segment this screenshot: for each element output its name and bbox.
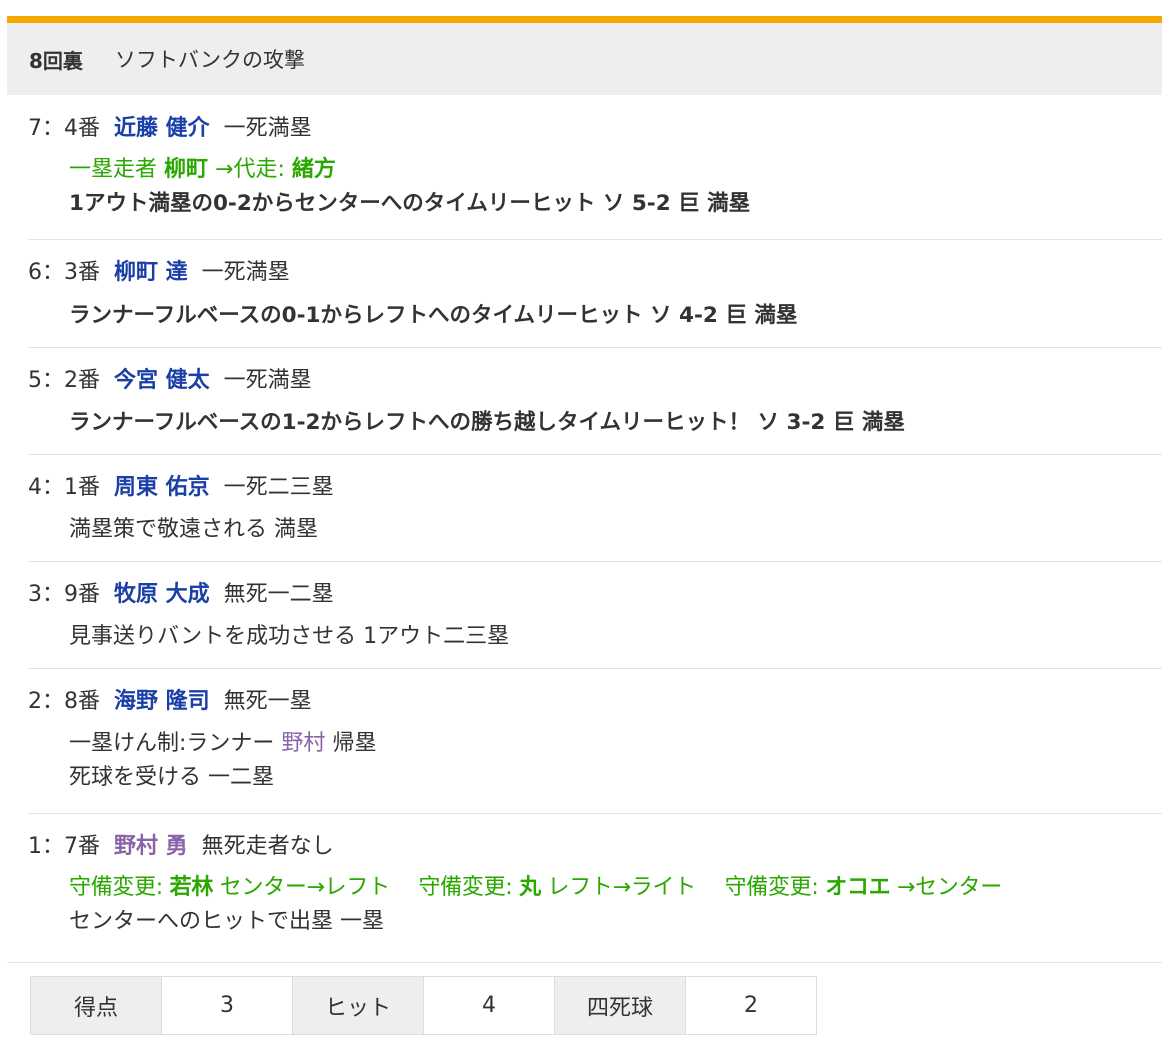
substitution-note: 一塁走者 柳町 →代走: 緒方 bbox=[69, 155, 1162, 185]
play-number: 2：8番 bbox=[28, 689, 100, 714]
play-item: 6：3番 柳町 達 一死満塁 ランナーフルベースの0-1からレフトへのタイムリー… bbox=[28, 240, 1162, 348]
base-situation: 無死一塁 bbox=[223, 689, 312, 714]
play-list: 7：4番 近藤 健介 一死満塁 一塁走者 柳町 →代走: 緒方 1アウト満塁の0… bbox=[28, 96, 1162, 962]
inning-header: 8回裏 ソフトバンクの攻撃 bbox=[7, 23, 1162, 95]
change-label: 守備変更: bbox=[418, 875, 513, 900]
change-move: センター→レフト bbox=[219, 875, 390, 900]
change-move: レフト→ライト bbox=[547, 875, 697, 900]
play-number: 6：3番 bbox=[28, 260, 100, 285]
change-label: 守備変更: bbox=[69, 875, 163, 900]
changed-player[interactable]: オコエ bbox=[825, 875, 890, 900]
runs-value: 3 bbox=[161, 976, 293, 1035]
inning-label: 8回裏 bbox=[29, 48, 83, 73]
batter-link[interactable]: 周東 佑京 bbox=[114, 473, 210, 503]
accent-bar bbox=[7, 16, 1162, 23]
play-result: 満塁策で敬遠される 満塁 bbox=[69, 517, 318, 542]
play-number: 5：2番 bbox=[28, 368, 100, 393]
runs-label: 得点 bbox=[30, 976, 162, 1035]
pickoff-result: 帰塁 bbox=[332, 731, 377, 756]
change-label: 守備変更: bbox=[724, 875, 819, 900]
substitution-arrow: →代走: bbox=[215, 157, 285, 182]
play-result: 見事送りバントを成功させる 1アウト二三塁 bbox=[69, 624, 510, 649]
play-result: 1アウト満塁の0-2からセンターへのタイムリーヒット ソ 5-2 巨 満塁 bbox=[69, 191, 751, 216]
base-situation: 一死二三塁 bbox=[223, 475, 334, 500]
walks-label: 四死球 bbox=[554, 976, 686, 1035]
attacking-team: ソフトバンクの攻撃 bbox=[114, 48, 305, 72]
pickoff-note: 一塁けん制:ランナー 野村 帰塁 bbox=[69, 729, 1162, 759]
base-situation: 無死走者なし bbox=[201, 834, 334, 859]
defensive-changes: 守備変更: 若林 センター→レフト 守備変更: 丸 レフト→ライト 守備変更: … bbox=[69, 873, 1162, 903]
batter-link[interactable]: 海野 隆司 bbox=[114, 687, 210, 717]
play-result: センターへのヒットで出塁 一塁 bbox=[69, 909, 384, 934]
play-item: 5：2番 今宮 健太 一死満塁 ランナーフルベースの1-2からレフトへの勝ち越し… bbox=[28, 348, 1162, 455]
play-number: 4：1番 bbox=[28, 475, 100, 500]
pinch-runner[interactable]: 緒方 bbox=[292, 157, 336, 182]
walks-value: 2 bbox=[685, 976, 817, 1035]
batter-link[interactable]: 近藤 健介 bbox=[114, 114, 210, 144]
substitution-label: 一塁走者 bbox=[69, 157, 158, 182]
inning-panel: 8回裏 ソフトバンクの攻撃 7：4番 近藤 健介 一死満塁 一塁走者 柳町 →代… bbox=[0, 0, 1162, 1048]
play-item: 4：1番 周東 佑京 一死二三塁 満塁策で敬遠される 満塁 bbox=[28, 455, 1162, 562]
play-number: 3：9番 bbox=[28, 582, 100, 607]
batter-link[interactable]: 牧原 大成 bbox=[114, 580, 210, 610]
play-item: 7：4番 近藤 健介 一死満塁 一塁走者 柳町 →代走: 緒方 1アウト満塁の0… bbox=[28, 96, 1162, 240]
batter-link[interactable]: 今宮 健太 bbox=[114, 366, 210, 396]
pickoff-label: 一塁けん制:ランナー bbox=[69, 731, 275, 756]
hits-label: ヒット bbox=[292, 976, 424, 1035]
play-number: 1：7番 bbox=[28, 834, 100, 859]
divider bbox=[7, 962, 1162, 963]
play-result: ランナーフルベースの0-1からレフトへのタイムリーヒット ソ 4-2 巨 満塁 bbox=[69, 303, 798, 328]
substituted-runner[interactable]: 柳町 bbox=[164, 157, 208, 182]
play-item: 1：7番 野村 勇 無死走者なし 守備変更: 若林 センター→レフト 守備変更:… bbox=[28, 814, 1162, 962]
base-situation: 一死満塁 bbox=[223, 368, 312, 393]
play-number: 7：4番 bbox=[28, 116, 100, 141]
runner-link[interactable]: 野村 bbox=[281, 731, 325, 756]
play-item: 3：9番 牧原 大成 無死一二塁 見事送りバントを成功させる 1アウト二三塁 bbox=[28, 562, 1162, 669]
base-situation: 一死満塁 bbox=[223, 116, 312, 141]
base-situation: 無死一二塁 bbox=[223, 582, 334, 607]
play-item: 2：8番 海野 隆司 無死一塁 一塁けん制:ランナー 野村 帰塁 死球を受ける … bbox=[28, 669, 1162, 814]
inning-stats-table: 得点 3 ヒット 4 四死球 2 bbox=[30, 976, 817, 1035]
base-situation: 一死満塁 bbox=[201, 260, 290, 285]
changed-player[interactable]: 丸 bbox=[519, 875, 541, 900]
play-result: 死球を受ける 一二塁 bbox=[69, 765, 274, 790]
changed-player[interactable]: 若林 bbox=[170, 875, 214, 900]
batter-link[interactable]: 柳町 達 bbox=[114, 258, 188, 288]
play-result: ランナーフルベースの1-2からレフトへの勝ち越しタイムリーヒット！ ソ 3-2 … bbox=[69, 410, 905, 435]
hits-value: 4 bbox=[423, 976, 555, 1035]
change-move: →センター bbox=[897, 875, 1002, 900]
batter-link[interactable]: 野村 勇 bbox=[114, 832, 188, 862]
